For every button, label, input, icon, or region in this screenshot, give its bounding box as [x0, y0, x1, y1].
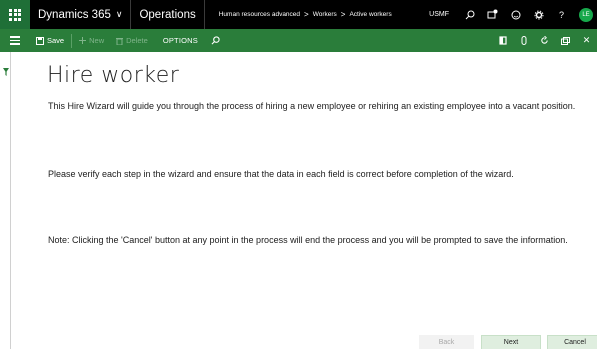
search-icon[interactable] — [205, 29, 229, 52]
cancel-button[interactable]: Cancel — [547, 335, 597, 349]
help-icon[interactable]: ? — [550, 0, 573, 29]
action-pane: Save New Delete OPTIONS ✕ — [0, 29, 597, 52]
chevron-down-icon: ∨ — [115, 9, 123, 19]
breadcrumb-separator: > — [304, 10, 309, 19]
waffle-icon[interactable] — [0, 0, 30, 29]
close-icon[interactable]: ✕ — [576, 29, 597, 52]
avatar[interactable]: LE — [579, 7, 593, 22]
wizard-intro-text: This Hire Wizard will guide you through … — [48, 101, 576, 111]
wizard-verify-text: Please verify each step in the wizard an… — [48, 169, 514, 179]
save-label: Save — [47, 36, 65, 45]
filter-rail — [0, 52, 11, 349]
app-name-menu[interactable]: Dynamics 365 ∨ — [30, 0, 132, 29]
notifications-icon[interactable] — [481, 0, 504, 29]
save-button[interactable]: Save — [30, 29, 70, 52]
breadcrumb: Human resources advanced > Workers > Act… — [205, 10, 392, 19]
trash-icon — [116, 37, 124, 45]
breadcrumb-separator: > — [340, 10, 346, 19]
popout-icon[interactable] — [555, 29, 576, 52]
delete-button[interactable]: Delete — [110, 29, 154, 52]
delete-label: Delete — [126, 36, 148, 45]
feedback-smiley-icon[interactable] — [504, 0, 527, 29]
divider — [71, 33, 73, 48]
company-picker[interactable]: USMF — [420, 11, 458, 18]
back-button[interactable]: Back — [419, 335, 474, 349]
app-name: Dynamics 365 — [38, 8, 111, 21]
module-name[interactable]: Operations — [131, 0, 205, 29]
filter-icon[interactable] — [3, 68, 9, 76]
breadcrumb-item[interactable]: Active workers — [349, 11, 391, 18]
next-button[interactable]: Next — [481, 335, 541, 349]
wizard-footer: Back Next Cancel — [11, 335, 597, 349]
search-icon[interactable] — [458, 0, 481, 29]
refresh-icon[interactable] — [534, 29, 555, 52]
page-title: Hire worker — [47, 63, 180, 88]
breadcrumb-item[interactable]: Human resources advanced — [219, 11, 300, 18]
office-icon[interactable] — [492, 29, 513, 52]
breadcrumb-item[interactable]: Workers — [313, 11, 337, 18]
options-tab[interactable]: OPTIONS — [154, 36, 205, 45]
new-label: New — [89, 36, 105, 45]
settings-gear-icon[interactable] — [527, 0, 550, 29]
new-button[interactable]: New — [73, 29, 110, 52]
wizard-note-text: Note: Clicking the 'Cancel' button at an… — [48, 235, 568, 245]
hamburger-menu-icon[interactable] — [0, 29, 30, 52]
save-icon — [36, 36, 44, 45]
wizard-content: Hire worker This Hire Wizard will guide … — [11, 52, 597, 349]
top-navigation-bar: Dynamics 365 ∨ Operations Human resource… — [0, 0, 597, 29]
attach-icon[interactable] — [513, 29, 534, 52]
plus-icon — [79, 37, 87, 44]
